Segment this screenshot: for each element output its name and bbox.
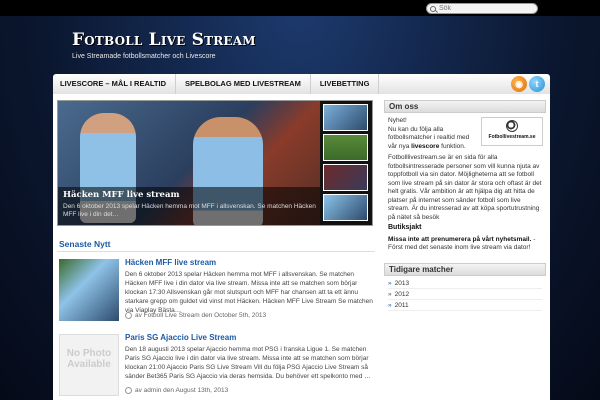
omoss-heading: Om oss — [384, 100, 546, 113]
slider-thumb[interactable] — [323, 134, 368, 161]
post-excerpt: Den 18 augusti 2013 spelar Ajaccio hemma… — [125, 346, 371, 380]
archive-list: 2013 2012 2011 — [384, 276, 546, 313]
social-links: ◉ t — [511, 76, 545, 92]
post-excerpt: Den 6 oktober 2013 spelar Häcken hemma m… — [125, 271, 373, 314]
author-icon — [125, 387, 132, 394]
slider-thumb[interactable] — [323, 164, 368, 191]
omoss-description: Fotbolllivestream.se är en sida för alla… — [388, 154, 542, 221]
omoss-cta: Missa inte att prenumerera på vårt nyhet… — [388, 236, 542, 253]
site-badge[interactable]: Fotbollivestream.se — [481, 117, 543, 146]
search-box[interactable] — [426, 3, 538, 14]
featured-excerpt: Den 6 oktober 2013 spelar Häcken hemma m… — [63, 203, 316, 218]
slider-thumb[interactable] — [323, 104, 368, 131]
main-nav: Livescore – Mål i Realtid Spelbolag med … — [53, 74, 550, 94]
featured-title[interactable]: Häcken MFF live stream — [63, 190, 317, 200]
post-thumbnail-placeholder[interactable]: No Photo Available — [59, 334, 119, 396]
search-input[interactable] — [439, 5, 529, 12]
top-bar — [0, 0, 600, 16]
post-title[interactable]: Paris SG Ajaccio Live Stream — [125, 333, 236, 342]
featured-caption: Häcken MFF live stream Den 6 oktober 201… — [58, 187, 322, 225]
archive-item[interactable]: 2011 — [388, 300, 542, 311]
post-meta-text: av admin den August 13th, 2013 — [135, 387, 229, 394]
livescore-link[interactable]: livescore — [411, 143, 439, 150]
post-meta: av admin den August 13th, 2013 — [125, 387, 228, 394]
football-icon — [506, 120, 518, 132]
post-meta: av Fotboll Live Stream den October 5th, … — [125, 312, 266, 319]
featured-slider[interactable]: Häcken MFF live stream Den 6 oktober 201… — [57, 100, 373, 226]
rss-icon[interactable]: ◉ — [511, 76, 527, 92]
slider-thumbnails — [320, 101, 372, 225]
site-logo[interactable]: Fotboll Live Stream — [72, 30, 256, 50]
nav-item-livebetting[interactable]: Livebetting — [311, 74, 380, 94]
author-icon — [125, 312, 132, 319]
site-tagline: Live Streamade fotbollsmatcher och Lives… — [72, 53, 216, 60]
post-thumbnail[interactable] — [59, 259, 119, 321]
newsletter-link[interactable]: Missa inte att prenumerera på vårt nyhet… — [388, 236, 531, 243]
news-heading: Senaste Nytt — [57, 239, 375, 252]
omoss-intro: Nu kan du följa alla fotbollsmatcher i r… — [388, 126, 476, 152]
site-badge-label: Fotbollivestream.se — [488, 134, 536, 140]
nav-item-livescore[interactable]: Livescore – Mål i Realtid — [53, 74, 176, 94]
main-content: Häcken MFF live stream Den 6 oktober 201… — [53, 94, 550, 400]
omoss-body: Fotbollivestream.se Nyhet! Nu kan du föl… — [384, 113, 546, 257]
omoss-intro-b: funktion. — [441, 142, 466, 150]
butiksjakt-link[interactable]: Butiksjakt — [388, 224, 542, 233]
search-icon[interactable] — [430, 5, 436, 12]
post-meta-text: av Fotboll Live Stream den October 5th, … — [135, 312, 267, 319]
nav-item-spelbolag[interactable]: Spelbolag med Livestream — [176, 74, 311, 94]
slider-thumb[interactable] — [323, 194, 368, 221]
sidebar: Om oss Fotbollivestream.se Nyhet! Nu kan… — [384, 100, 546, 313]
archive-item[interactable]: 2013 — [388, 278, 542, 289]
archive-item[interactable]: 2012 — [388, 289, 542, 300]
post-title[interactable]: Häcken MFF live stream — [125, 258, 216, 267]
archive-heading: Tidigare matcher — [384, 262, 546, 276]
twitter-icon[interactable]: t — [529, 76, 545, 92]
